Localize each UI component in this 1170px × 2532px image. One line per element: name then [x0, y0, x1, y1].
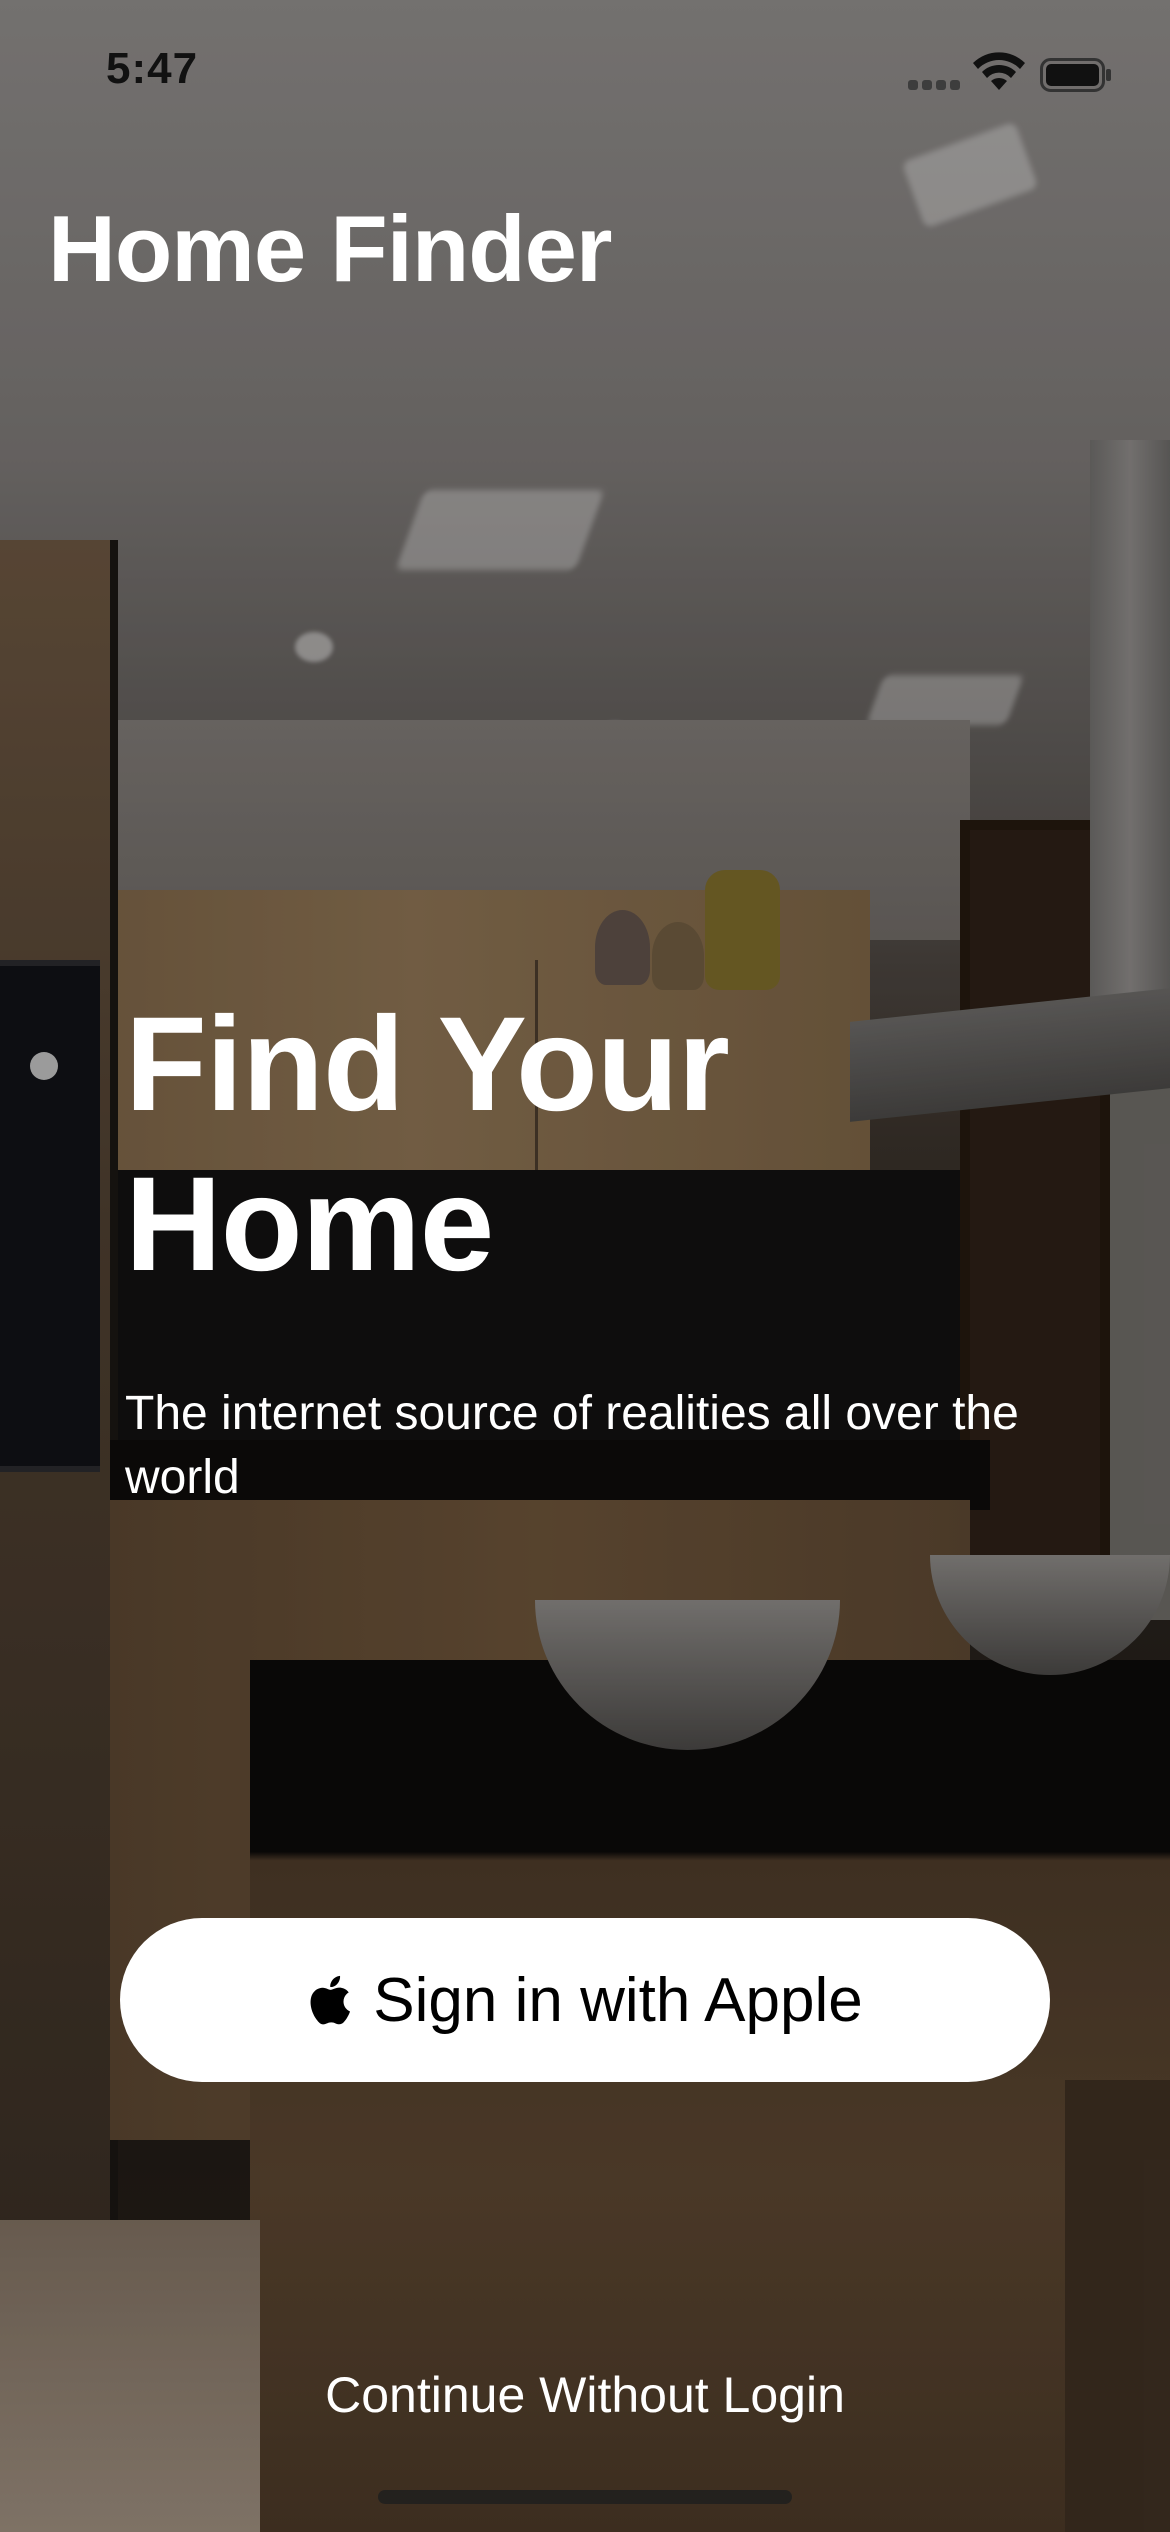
- wifi-icon: [973, 52, 1025, 90]
- status-time: 5:47: [106, 44, 199, 93]
- sign-in-with-apple-button[interactable]: Sign in with Apple: [120, 1918, 1050, 2082]
- status-bar: 5:47: [0, 0, 1170, 150]
- cellular-signal-icon: [908, 80, 960, 90]
- apple-icon: [310, 1975, 351, 2025]
- hero-subtitle: The internet source of realities all ove…: [125, 1387, 1019, 1504]
- continue-without-login-link[interactable]: Continue Without Login: [0, 2366, 1170, 2424]
- battery-icon: [1040, 58, 1111, 92]
- sign-in-with-apple-label: Sign in with Apple: [373, 1965, 863, 2035]
- home-indicator: [378, 2490, 792, 2504]
- hero-title: Find Your Home: [125, 990, 730, 1299]
- app-title: Home Finder: [48, 196, 613, 301]
- welcome-screen: 5:47 Home Finder Find Your Home The inte…: [0, 0, 1170, 2532]
